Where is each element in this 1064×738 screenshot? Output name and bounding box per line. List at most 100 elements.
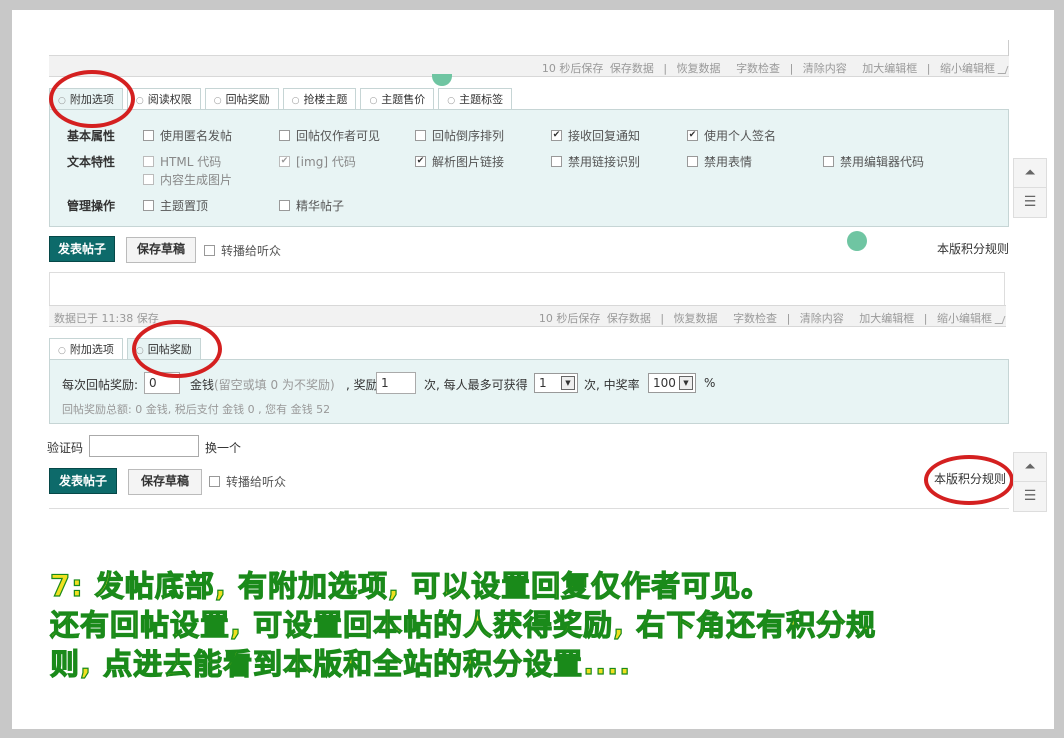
caption-line-3: 则, 点进去能看到本版和全站的积分设置.... — [49, 646, 632, 681]
resize-grip-icon[interactable] — [997, 66, 1009, 74]
checkbox[interactable] — [551, 156, 562, 167]
bullet-icon: ○ — [213, 96, 222, 106]
checkbox-checked[interactable]: ✔ — [415, 156, 426, 167]
captcha-change-link[interactable]: 换一个 — [205, 439, 241, 456]
img-code-option[interactable]: ✔ [img] 代码 — [279, 153, 356, 170]
bullet-icon: ○ — [135, 96, 144, 106]
tab-read-permission[interactable]: ○ 阅读权限 — [126, 88, 201, 110]
basic-attributes-label: 基本属性 — [67, 129, 116, 143]
restore-data-link[interactable]: 恢复数据 — [674, 312, 718, 325]
extra-options-panel: 基本属性 使用匿名发帖 回帖仅作者可见 回帖倒序排列 ✔ 接收回复通知 ✔ 使用个人… — [49, 109, 1009, 227]
use-signature-option[interactable]: ✔ 使用个人签名 — [687, 127, 776, 144]
checkbox[interactable] — [209, 476, 220, 487]
separator: | — [923, 312, 928, 325]
content-to-image-option[interactable]: 内容生成图片 — [143, 171, 232, 188]
option-label: HTML 代码 — [160, 155, 222, 169]
submit-post-button[interactable]: 发表帖子 — [49, 236, 115, 262]
enlarge-editor-link[interactable]: 加大编辑框 — [859, 312, 914, 325]
submit-post-button[interactable]: 发表帖子 — [49, 468, 117, 494]
reward-times-input[interactable]: 1 — [376, 372, 416, 394]
dropdown-arrow-icon: ▼ — [561, 376, 575, 390]
word-count-link[interactable]: 字数检查 — [733, 312, 777, 325]
html-code-option[interactable]: HTML 代码 — [143, 153, 221, 170]
option-label: 内容生成图片 — [160, 173, 233, 187]
save-draft-button[interactable]: 保存草稿 — [126, 237, 196, 263]
broadcast-option[interactable]: 转播给听众 — [209, 473, 286, 490]
tab-floor-grab[interactable]: ○ 抢楼主题 — [282, 88, 357, 110]
back-to-top-icon[interactable]: ⏶ — [1014, 453, 1046, 482]
disable-link-detect-option[interactable]: 禁用链接识别 — [551, 153, 640, 170]
reverse-reply-order-option[interactable]: 回帖倒序排列 — [415, 127, 504, 144]
highlight-ring — [924, 455, 1014, 505]
disable-smilies-option[interactable]: 禁用表情 — [687, 153, 752, 170]
checkbox[interactable] — [823, 156, 834, 167]
reply-notify-option[interactable]: ✔ 接收回复通知 — [551, 127, 640, 144]
option-label: 接收回复通知 — [568, 129, 641, 143]
save-data-link[interactable]: 保存数据 — [610, 62, 654, 75]
disable-editor-code-option[interactable]: 禁用编辑器代码 — [823, 153, 924, 170]
back-to-top-icon[interactable]: ⏶ — [1014, 159, 1046, 188]
checkbox[interactable] — [143, 130, 154, 141]
side-toolbar: ⏶ ☰ — [1013, 158, 1047, 218]
checkbox[interactable] — [415, 130, 426, 141]
tab-thread-tags[interactable]: ○ 主题标签 — [438, 88, 513, 110]
option-label: 禁用链接识别 — [568, 155, 641, 169]
checkbox[interactable] — [279, 200, 290, 211]
clear-content-link[interactable]: 清除内容 — [803, 62, 847, 75]
page: 10 秒后保存 保存数据 | 恢复数据 字数检查 | 清除内容 加大编辑框 | … — [12, 10, 1054, 729]
saved-status: 数据已于 11:38 保存 — [54, 312, 159, 325]
option-label: 精华帖子 — [296, 199, 345, 213]
highlight-ring — [132, 320, 222, 378]
parse-image-link-option[interactable]: ✔ 解析图片链接 — [415, 153, 504, 170]
checkbox-checked[interactable]: ✔ — [279, 156, 290, 167]
win-chance-label: 次, 中奖率 — [584, 378, 640, 392]
editor-toolbar: 10 秒后保存 保存数据 | 恢复数据 字数检查 | 清除内容 加大编辑框 | … — [49, 55, 1009, 77]
checkbox[interactable] — [687, 156, 698, 167]
anonymous-post-option[interactable]: 使用匿名发帖 — [143, 127, 232, 144]
currency-label: 金钱 — [190, 378, 215, 392]
dropdown-arrow-icon: ▼ — [679, 376, 693, 390]
tab-extra-options[interactable]: ○ 附加选项 — [49, 338, 123, 360]
checkbox-checked[interactable]: ✔ — [551, 130, 562, 141]
save-draft-button[interactable]: 保存草稿 — [128, 469, 202, 495]
captcha-input[interactable] — [89, 435, 199, 457]
option-label: 回帖仅作者可见 — [296, 129, 381, 143]
word-count-link[interactable]: 字数检查 — [736, 62, 780, 75]
resize-grip-icon[interactable] — [994, 316, 1006, 324]
enlarge-editor-link[interactable]: 加大编辑框 — [862, 62, 917, 75]
checkbox-checked[interactable]: ✔ — [687, 130, 698, 141]
tab-label: 附加选项 — [69, 343, 114, 356]
bullet-icon: ○ — [447, 96, 456, 106]
checkbox[interactable] — [204, 245, 215, 256]
list-icon[interactable]: ☰ — [1014, 482, 1046, 511]
broadcast-option[interactable]: 转播给听众 — [204, 242, 281, 259]
save-data-link[interactable]: 保存数据 — [607, 312, 651, 325]
checkbox[interactable] — [143, 200, 154, 211]
clear-content-link[interactable]: 清除内容 — [800, 312, 844, 325]
reward-hint: (留空或填 0 为不奖励) — [214, 378, 335, 392]
tab-label: 抢楼主题 — [303, 93, 348, 106]
separator: | — [789, 62, 794, 75]
separator: | — [926, 62, 931, 75]
shrink-editor-link[interactable]: 缩小编辑框 — [937, 312, 992, 325]
tab-thread-price[interactable]: ○ 主题售价 — [360, 88, 435, 110]
list-icon[interactable]: ☰ — [1014, 188, 1046, 217]
editor-toolbar-links: 10 秒后保存 保存数据 | 恢复数据 字数检查 | 清除内容 加大编辑框 | … — [536, 60, 995, 76]
checkbox[interactable] — [143, 174, 154, 185]
credit-rules-link[interactable]: 本版积分规则 — [937, 240, 1009, 257]
restore-data-link[interactable]: 恢复数据 — [677, 62, 721, 75]
digest-thread-option[interactable]: 精华帖子 — [279, 197, 344, 214]
sticky-thread-option[interactable]: 主题置顶 — [143, 197, 208, 214]
captcha-label: 验证码 — [47, 441, 84, 455]
caption-line-2: 还有回帖设置, 可设置回本帖的人获得奖励, 右下角还有积分规 — [49, 607, 877, 642]
checkbox[interactable] — [143, 156, 154, 167]
reply-author-only-option[interactable]: 回帖仅作者可见 — [279, 127, 380, 144]
win-chance-select[interactable]: 100 ▼ — [648, 373, 696, 393]
checkbox[interactable] — [279, 130, 290, 141]
reward-summary: 回帖奖励总额: 0 金钱, 税后支付 金钱 0 , 您有 金钱 52 — [62, 403, 331, 416]
shrink-editor-link[interactable]: 缩小编辑框 — [940, 62, 995, 75]
input-value: 0 — [149, 376, 157, 390]
option-label: 主题置顶 — [160, 199, 209, 213]
tab-reply-reward[interactable]: ○ 回帖奖励 — [204, 88, 279, 110]
max-per-user-select[interactable]: 1 ▼ — [534, 373, 578, 393]
